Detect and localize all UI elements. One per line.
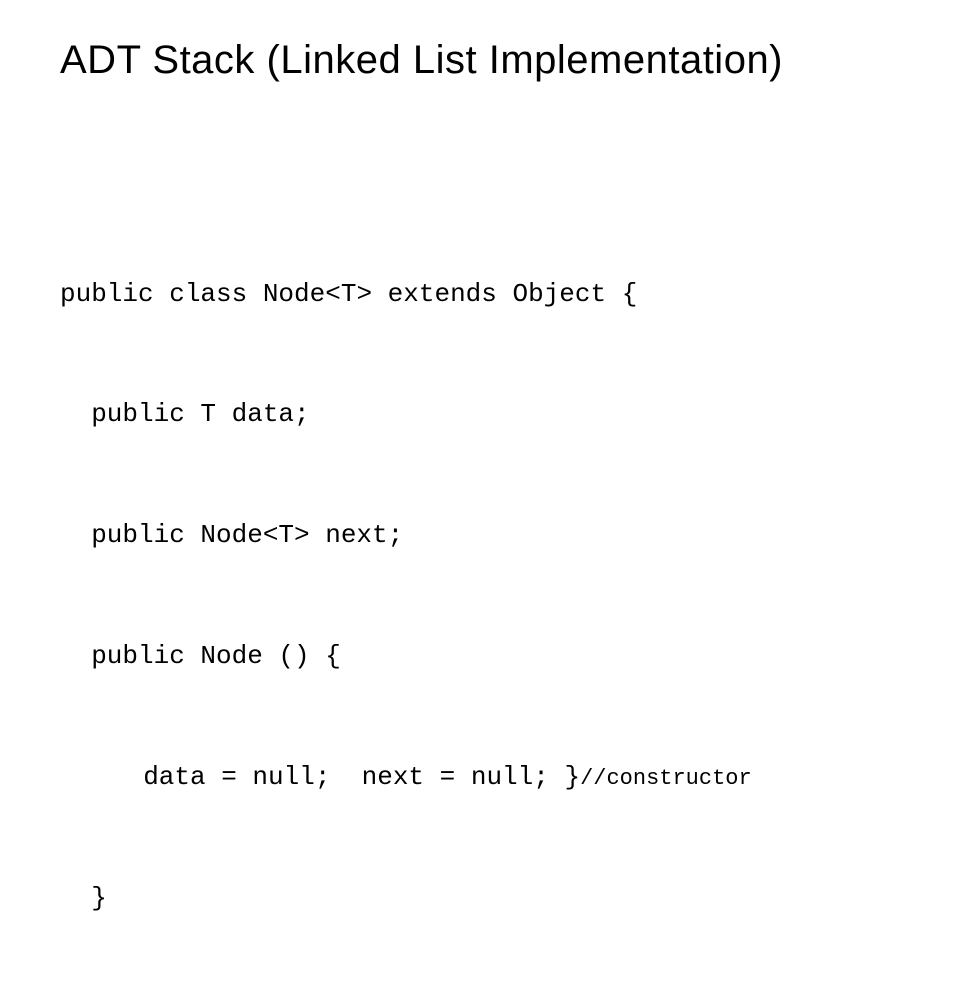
- code-line-3: public Node<T> next;: [60, 515, 900, 555]
- code-line-4: public Node () {: [60, 636, 900, 676]
- code-line-5-comment: //constructor: [580, 766, 752, 791]
- code-block: public class Node<T> extends Object { pu…: [60, 193, 900, 999]
- slide: ADT Stack (Linked List Implementation) p…: [0, 0, 960, 540]
- code-line-2: public T data;: [60, 394, 900, 434]
- code-line-6: }: [60, 878, 900, 918]
- code-line-1: public class Node<T> extends Object {: [60, 274, 900, 314]
- code-line-5-main: data = null; next = null; }: [143, 762, 580, 792]
- code-line-5: data = null; next = null; }//constructor: [60, 757, 900, 797]
- slide-title: ADT Stack (Linked List Implementation): [60, 38, 900, 83]
